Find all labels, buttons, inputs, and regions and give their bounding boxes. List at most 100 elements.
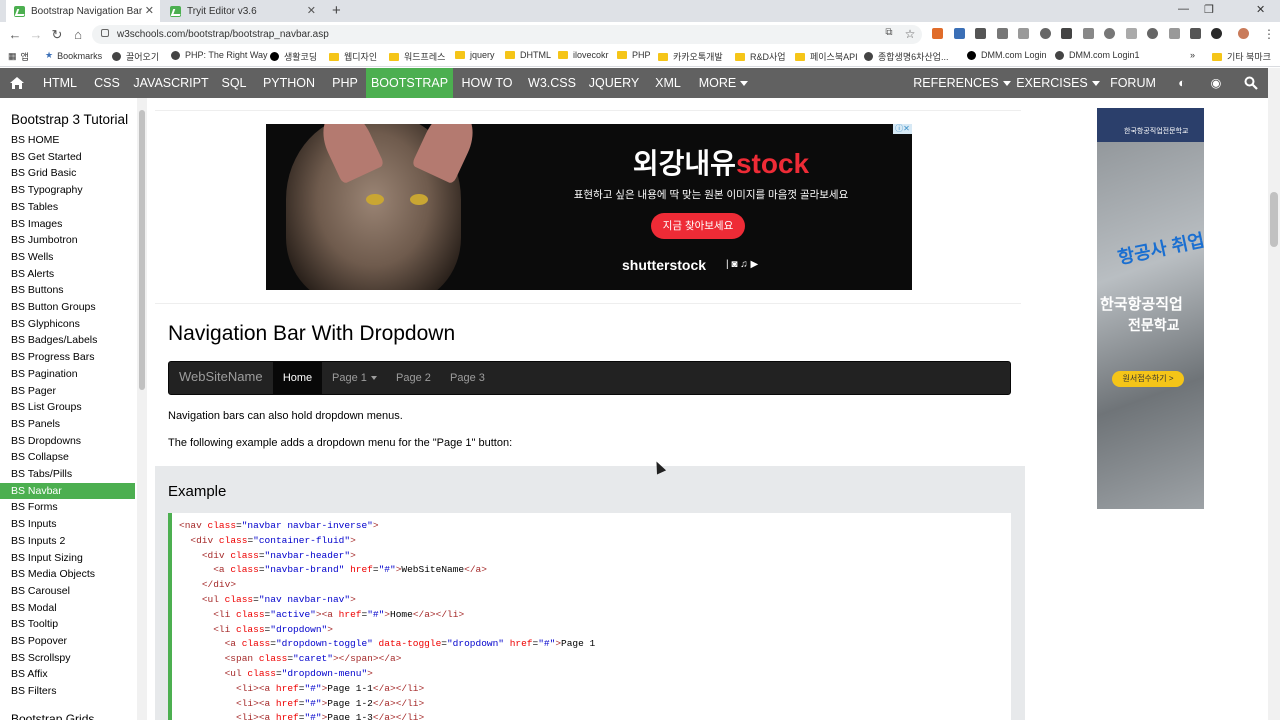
translate-icon[interactable]: ⧉ <box>882 27 896 38</box>
nav-php[interactable]: PHP <box>324 68 366 98</box>
nav-references[interactable]: REFERENCES <box>912 68 1012 98</box>
sidebar-item[interactable]: BS Tables <box>0 199 135 215</box>
nav-howto[interactable]: HOW TO <box>453 68 521 98</box>
sidebar-item[interactable]: BS Buttons <box>0 282 135 298</box>
nav-css[interactable]: CSS <box>86 68 128 98</box>
bookmark-item[interactable]: PHP: The Right Way <box>171 50 268 60</box>
sidebar-item[interactable]: BS Navbar <box>0 482 135 499</box>
sidebar-item[interactable]: BS Tooltip <box>0 616 135 632</box>
bookmark-item[interactable]: 워드프레스 <box>389 50 445 63</box>
sidebar-item[interactable]: BS Collapse <box>0 449 135 465</box>
sidebar-item[interactable]: BS Inputs 2 <box>0 533 135 549</box>
forward-icon[interactable]: → <box>29 27 43 42</box>
sidebar-item[interactable]: BS Typography <box>0 182 135 198</box>
nav-sql[interactable]: SQL <box>214 68 254 98</box>
extension-icon[interactable] <box>1104 28 1115 39</box>
nav-more[interactable]: MORE <box>691 68 756 98</box>
nav-forum[interactable]: FORUM <box>1104 68 1162 98</box>
page-scrollbar-thumb[interactable] <box>1270 192 1278 247</box>
url-text[interactable]: w3schools.com/bootstrap/bootstrap_navbar… <box>117 29 329 40</box>
nav-jquery[interactable]: JQUERY <box>583 68 645 98</box>
demo-navbar-brand[interactable]: WebSiteName <box>179 369 263 384</box>
sidebar-item[interactable]: BS Media Objects <box>0 566 135 582</box>
browser-tab-active[interactable]: Bootstrap Navigation Bar ✕ <box>6 0 160 22</box>
nav-bootstrap[interactable]: BOOTSTRAP <box>366 68 453 98</box>
menu-dots-icon[interactable]: ⋮ <box>1262 27 1276 41</box>
extension-icon[interactable] <box>1018 28 1029 39</box>
advertisement-banner[interactable]: 외강내유stock 표현하고 싶은 내용에 딱 맞는 원본 이미지를 마음껏 골… <box>266 124 912 290</box>
bookmark-item[interactable]: 페이스북API <box>795 50 858 63</box>
globe-icon[interactable]: ◉ <box>1202 68 1230 98</box>
demo-nav-home[interactable]: Home <box>273 362 322 394</box>
sidebar-item[interactable]: BS Popover <box>0 633 135 649</box>
nav-xml[interactable]: XML <box>645 68 691 98</box>
sidebar-item[interactable]: BS Filters <box>0 683 135 699</box>
sidebar-item[interactable]: BS Input Sizing <box>0 550 135 566</box>
nav-html[interactable]: HTML <box>34 68 86 98</box>
dark-mode-icon[interactable]: ◐ <box>1168 68 1196 98</box>
home-icon[interactable] <box>0 68 34 98</box>
extension-icon[interactable] <box>1211 28 1222 39</box>
bookmark-item[interactable]: ilovecokr <box>558 50 609 60</box>
bookmark-item[interactable]: jquery <box>455 50 495 60</box>
sidebar-item[interactable]: BS Progress Bars <box>0 349 135 365</box>
home-icon[interactable]: ⌂ <box>71 27 85 42</box>
extension-icon[interactable] <box>932 28 943 39</box>
search-icon[interactable] <box>1236 68 1266 98</box>
browser-tab[interactable]: Tryit Editor v3.6 ✕ <box>162 0 322 22</box>
bookmark-item[interactable]: 기타 북마크 <box>1212 50 1271 63</box>
bookmark-item[interactable]: 카카오톡개발 <box>658 50 723 63</box>
sidebar-item[interactable]: BS Badges/Labels <box>0 332 135 348</box>
new-tab-icon[interactable]: + <box>332 2 341 19</box>
extension-icon[interactable] <box>1190 28 1201 39</box>
sidebar-item[interactable]: BS Affix <box>0 666 135 682</box>
nav-python[interactable]: PYTHON <box>254 68 324 98</box>
nav-exercises[interactable]: EXERCISES <box>1014 68 1102 98</box>
restore-icon[interactable]: ❐ <box>1204 3 1214 16</box>
sidebar-item[interactable]: BS Button Groups <box>0 299 135 315</box>
sidebar-item[interactable]: BS Glyphicons <box>0 316 135 332</box>
sidebar-item[interactable]: BS Alerts <box>0 266 135 282</box>
sidebar-item[interactable]: BS Jumbotron <box>0 232 135 248</box>
sidebar-item[interactable]: BS Pager <box>0 383 135 399</box>
bookmark-item[interactable]: 종합생명6차산업... <box>864 50 948 63</box>
sidebar-item[interactable]: BS Get Started <box>0 149 135 165</box>
sidebar-item[interactable]: BS Scrollspy <box>0 650 135 666</box>
sidebar-item[interactable]: BS Dropdowns <box>0 433 135 449</box>
demo-nav-page1-dropdown[interactable]: Page 1 <box>332 362 377 394</box>
ad-cta-button[interactable]: 지금 찾아보세요 <box>651 213 745 239</box>
sidebar-item[interactable]: BS Wells <box>0 249 135 265</box>
bookmark-item[interactable]: 생활코딩 <box>270 50 317 63</box>
minimize-icon[interactable]: — <box>1178 3 1189 15</box>
demo-nav-page3[interactable]: Page 3 <box>450 362 485 394</box>
sidebar-item[interactable]: BS Images <box>0 216 135 232</box>
apps-button[interactable]: ▦ 앱 <box>8 50 29 63</box>
extension-icon[interactable] <box>1169 28 1180 39</box>
sidebar-scrollbar-thumb[interactable] <box>139 110 145 390</box>
page-scrollbar[interactable] <box>1268 68 1280 720</box>
bookmark-item[interactable]: 웹디자인 <box>329 50 377 63</box>
side-ad-button[interactable]: 원서접수하기 > <box>1112 371 1184 387</box>
tab-close-icon[interactable]: ✕ <box>145 4 154 17</box>
close-window-icon[interactable]: ✕ <box>1256 3 1265 16</box>
demo-nav-page2[interactable]: Page 2 <box>396 362 431 394</box>
bookmark-item[interactable]: R&D사업 <box>735 50 786 63</box>
extension-icon[interactable] <box>1040 28 1051 39</box>
extension-icon[interactable] <box>1126 28 1137 39</box>
sidebar-item[interactable]: BS Forms <box>0 499 135 515</box>
extension-icon[interactable] <box>997 28 1008 39</box>
reload-icon[interactable]: ↻ <box>50 27 64 43</box>
bookmark-item[interactable]: PHP <box>617 50 651 60</box>
sidebar-item[interactable]: BS Inputs <box>0 516 135 532</box>
profile-avatar[interactable] <box>1238 28 1249 39</box>
extension-icon[interactable] <box>1147 28 1158 39</box>
bookmark-star-icon[interactable]: ☆ <box>903 27 917 41</box>
sidebar-item[interactable]: BS Carousel <box>0 583 135 599</box>
tab-close-icon[interactable]: ✕ <box>307 4 316 17</box>
back-icon[interactable]: ← <box>8 27 22 42</box>
sidebar-item[interactable]: BS Grid Basic <box>0 165 135 181</box>
extension-icon[interactable] <box>1061 28 1072 39</box>
ad-close-icon[interactable]: ⓘ✕ <box>893 124 912 134</box>
extension-icon[interactable] <box>975 28 986 39</box>
extension-icon[interactable] <box>1083 28 1094 39</box>
